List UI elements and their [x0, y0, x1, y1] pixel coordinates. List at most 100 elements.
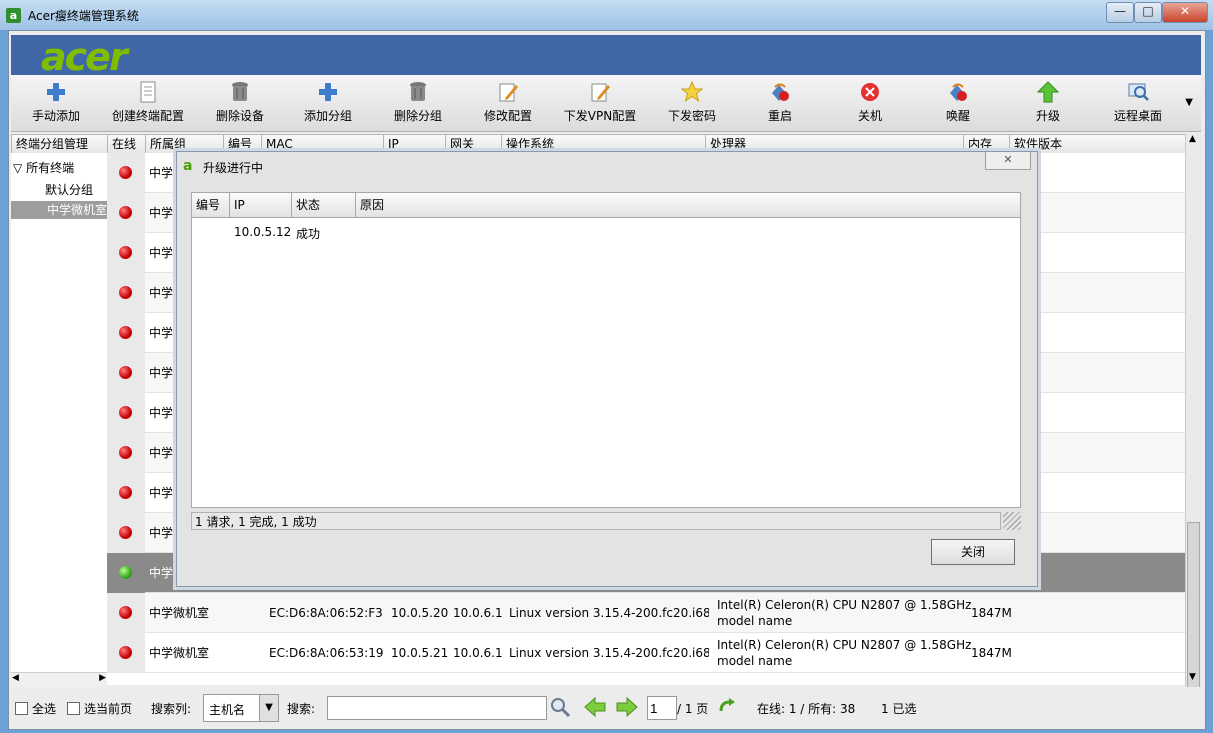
- push-vpn-button[interactable]: 下发VPN配置: [555, 75, 645, 131]
- cell-online: [107, 193, 145, 233]
- shutdown-button[interactable]: 关机: [825, 75, 915, 131]
- plus-icon: [319, 83, 337, 101]
- remote-desktop-icon: [1128, 83, 1149, 101]
- create-config-button[interactable]: 创建终端配置: [103, 75, 193, 131]
- push-password-button[interactable]: 下发密码: [647, 75, 737, 131]
- delete-group-button[interactable]: 删除分组: [373, 75, 463, 131]
- col-number[interactable]: 编号: [192, 193, 230, 217]
- shutdown-icon: [861, 83, 879, 101]
- cell-online: [107, 593, 145, 633]
- previous-page-icon[interactable]: [583, 696, 607, 718]
- modify-config-button[interactable]: 修改配置: [463, 75, 553, 131]
- offline-status-icon: [119, 526, 132, 539]
- search-column-label: 搜索列:: [151, 702, 192, 716]
- col-status[interactable]: 状态: [292, 193, 356, 217]
- upgrade-progress-dialog: a 升级进行中 ✕ 编号 IP 状态 原因 10.0.5.12 成功 1 请求,…: [176, 151, 1038, 587]
- wake-button[interactable]: 唤醒: [913, 75, 1003, 131]
- cell-online: [107, 633, 145, 673]
- chevron-down-icon[interactable]: ▼: [259, 695, 278, 721]
- toolbar-label: 远程桌面: [1113, 109, 1162, 123]
- col-online[interactable]: 在线: [108, 135, 146, 153]
- scroll-down-icon[interactable]: ▼: [1189, 672, 1196, 682]
- scroll-left-icon[interactable]: ◀: [12, 673, 19, 683]
- tree-item-default-group[interactable]: 默认分组: [45, 181, 93, 198]
- page-number-input[interactable]: [647, 696, 677, 720]
- table-row[interactable]: 中学微机室 EC:D6:8A:06:53:19 10.0.5.21 10.0.6.1 L…: [107, 633, 1185, 673]
- maximize-button[interactable]: □: [1134, 2, 1162, 23]
- upgrade-button[interactable]: 升级: [1003, 75, 1093, 131]
- offline-status-icon: [119, 446, 132, 459]
- remote-desktop-button[interactable]: 远程桌面: [1093, 75, 1183, 131]
- cell-os: Linux version 3.15.4-200.fc20.i686: [509, 606, 709, 620]
- dialog-close-icon[interactable]: ✕: [985, 152, 1031, 170]
- toolbar-label: 删除设备: [215, 109, 264, 123]
- trash-icon: [410, 82, 426, 101]
- minimize-button[interactable]: —: [1106, 2, 1134, 23]
- col-reason[interactable]: 原因: [356, 193, 1020, 217]
- restart-button[interactable]: 重启: [735, 75, 825, 131]
- search-icon[interactable]: [549, 696, 571, 718]
- cell-mac: EC:D6:8A:06:52:F3: [269, 606, 383, 620]
- tree-root[interactable]: ▽ 所有终端: [13, 159, 74, 176]
- toolbar-label: 升级: [1035, 109, 1060, 123]
- edit-icon: [499, 83, 518, 102]
- offline-status-icon: [119, 406, 132, 419]
- tree-horizontal-scrollbar[interactable]: ◀ ▶: [11, 672, 107, 687]
- trash-icon: [232, 82, 248, 101]
- toolbar-label: 下发VPN配置: [563, 109, 637, 123]
- search-label: 搜索:: [287, 702, 316, 716]
- offline-status-icon: [119, 486, 132, 499]
- offline-status-icon: [119, 286, 132, 299]
- manual-add-button[interactable]: 手动添加: [11, 75, 101, 131]
- dialog-close-button[interactable]: 关闭: [931, 539, 1015, 565]
- cell-online: [107, 513, 145, 553]
- select-page-checkbox[interactable]: 选当前页: [67, 700, 132, 717]
- cell-gateway: 10.0.6.1: [453, 606, 503, 620]
- select-all-checkbox[interactable]: 全选: [15, 700, 56, 717]
- cpu-line: Intel(R) Celeron(R) CPU N2807 @ 1.58GHz: [717, 638, 971, 652]
- table-row[interactable]: 中学微机室 EC:D6:8A:06:52:F3 10.0.5.20 10.0.6.1 L…: [107, 593, 1185, 633]
- search-column-value: 主机名: [209, 703, 246, 717]
- document-icon: [140, 81, 156, 103]
- delete-device-button[interactable]: 删除设备: [195, 75, 285, 131]
- table-vertical-scrollbar[interactable]: ▲ ▼: [1185, 134, 1202, 698]
- toolbar-label: 修改配置: [483, 109, 532, 123]
- upgrade-results-table: 编号 IP 状态 原因 10.0.5.12 成功: [191, 192, 1021, 508]
- cell-online: [107, 553, 145, 593]
- offline-status-icon: [119, 646, 132, 659]
- toolbar-label: 唤醒: [945, 109, 970, 123]
- selected-count: 1 已选: [881, 702, 917, 716]
- search-input[interactable]: [327, 696, 547, 720]
- acer-logo: acer: [41, 35, 128, 79]
- cell-online: [107, 353, 145, 393]
- cell-group: 中学微机室: [149, 646, 210, 660]
- tree-item-lab[interactable]: 中学微机室: [11, 201, 107, 219]
- search-column-select[interactable]: 主机名 ▼: [203, 694, 279, 722]
- window-title: Acer瘦终端管理系统: [28, 9, 139, 23]
- upgrade-icon: [1037, 81, 1059, 103]
- scroll-up-icon[interactable]: ▲: [1189, 134, 1196, 144]
- app-icon: a: [6, 8, 21, 23]
- next-page-icon[interactable]: [615, 696, 639, 718]
- cell-online: [107, 473, 145, 513]
- toolbar-overflow-icon[interactable]: ▼: [1185, 97, 1193, 108]
- tree-header: 终端分组管理: [11, 134, 109, 154]
- add-group-button[interactable]: 添加分组: [283, 75, 373, 131]
- cell-online: [107, 393, 145, 433]
- cell-memory: 1847M: [971, 646, 1012, 660]
- dialog-summary: 1 请求, 1 完成, 1 成功: [191, 512, 1001, 530]
- scroll-right-icon[interactable]: ▶: [99, 673, 106, 683]
- offline-status-icon: [119, 366, 132, 379]
- expand-icon[interactable]: ▽: [13, 161, 22, 175]
- close-window-button[interactable]: ✕: [1162, 2, 1208, 23]
- col-ip[interactable]: IP: [230, 193, 292, 217]
- plus-icon: [47, 83, 65, 101]
- toolbar-label: 删除分组: [393, 109, 442, 123]
- cell-online: [107, 273, 145, 313]
- acer-app-icon: a: [183, 158, 193, 174]
- resize-grip-icon[interactable]: [1003, 512, 1021, 530]
- toolbar-label: 创建终端配置: [111, 109, 184, 123]
- refresh-icon[interactable]: [717, 697, 737, 717]
- offline-status-icon: [119, 326, 132, 339]
- cell-online: [107, 433, 145, 473]
